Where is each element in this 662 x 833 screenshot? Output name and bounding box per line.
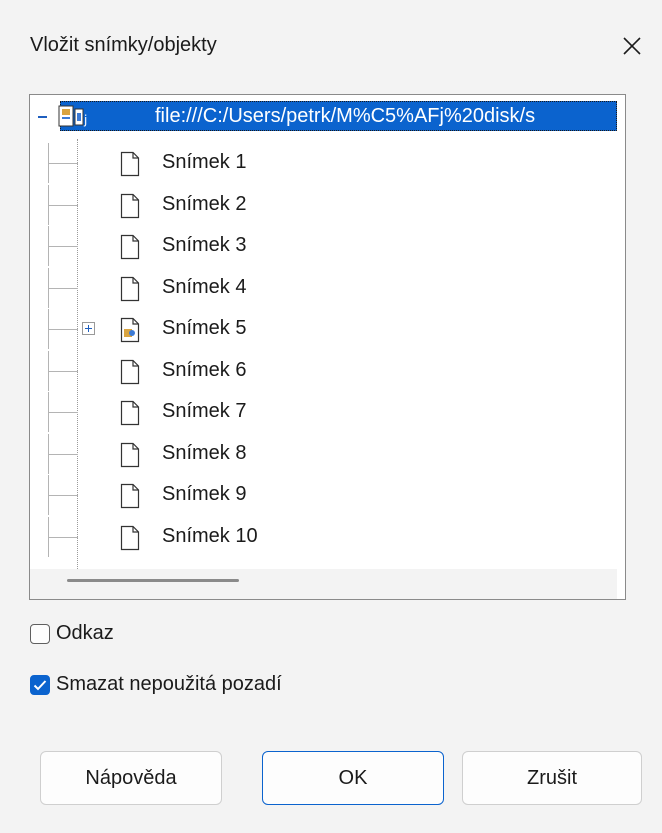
tree-item[interactable]: Snímek 4 [30,267,610,308]
tree-item[interactable]: Snímek 8 [30,433,610,474]
tree-item[interactable]: Snímek 7 [30,392,610,432]
tree-branch-line [48,453,78,455]
tree-item[interactable]: Snímek 9 [30,475,610,515]
tree-branch-line [48,287,78,289]
slides-tree[interactable]: file:///C:/Users/petrk/M%C5%AFj%20disk/s… [29,94,626,600]
close-icon [623,37,641,55]
slide-icon [120,483,140,509]
link-checkbox[interactable] [30,623,50,644]
slide-icon [120,442,140,467]
tree-item-label: Snímek 4 [162,275,247,298]
tree-item[interactable]: Snímek 6 [30,350,610,391]
tree-item-label: Snímek 9 [162,483,247,505]
horizontal-scrollbar[interactable] [30,569,617,599]
tree-root-item[interactable]: file:///C:/Users/petrk/M%C5%AFj%20disk/s… [30,101,617,131]
close-button[interactable] [610,26,654,66]
slide-icon [120,234,140,260]
slide-icon [120,359,140,384]
help-button[interactable]: Nápověda [40,751,222,805]
slide-icon [120,151,140,177]
tree-item-label: Snímek 10 [162,524,258,547]
tree-branch-line [48,536,78,538]
svg-text:j: j [83,113,87,127]
tree-item[interactable]: Snímek 10 [30,516,610,557]
tree-root-selection: file:///C:/Users/petrk/M%C5%AFj%20disk/s [60,101,617,131]
tree-item-label: Snímek 5 [162,317,247,339]
checkmark-icon [33,679,47,690]
tree-branch-line [48,204,78,206]
dialog-title: Vložit snímky/objekty [30,34,217,56]
tree-item[interactable]: Snímek 5 [30,309,610,349]
collapse-icon[interactable] [35,109,50,124]
tree-item-label: Snímek 3 [162,234,247,256]
tree-item-label: Snímek 6 [162,358,247,381]
delete-backgrounds-checkbox-row[interactable]: Smazat nepoužitá pozadí [30,673,282,696]
tree-item[interactable]: Snímek 1 [30,143,610,183]
ok-button[interactable]: OK [262,751,444,805]
tree-branch-line [48,495,78,496]
slide-with-objects-icon [120,317,140,343]
dialog-titlebar: Vložit snímky/objekty [0,0,662,94]
delete-backgrounds-label: Smazat nepoužitá pozadí [56,673,282,695]
tree-branch-line [48,329,78,330]
link-label: Odkaz [56,622,114,644]
tree-item[interactable]: Snímek 2 [30,184,610,225]
slide-icon [120,276,140,301]
tree-item-label: Snímek 2 [162,192,247,215]
tree-branch-line [48,163,78,164]
presentation-icon: j [58,105,87,127]
link-checkbox-row[interactable]: Odkaz [30,622,114,645]
horizontal-scrollbar-thumb[interactable] [67,579,239,582]
tree-item[interactable]: Snímek 3 [30,226,610,266]
tree-root-label: file:///C:/Users/petrk/M%C5%AFj%20disk/s [155,105,536,127]
cancel-button[interactable]: Zrušit [462,751,642,805]
expand-icon[interactable] [82,322,95,335]
tree-branch-line [48,412,78,413]
tree-branch-line [48,370,78,372]
tree-item-label: Snímek 7 [162,400,247,422]
tree-item-label: Snímek 1 [162,151,247,173]
delete-backgrounds-checkbox[interactable] [30,674,50,695]
slide-icon [120,525,140,550]
slide-icon [120,193,140,218]
tree-item-label: Snímek 8 [162,441,247,464]
slide-icon [120,400,140,426]
tree-branch-line [48,246,78,247]
